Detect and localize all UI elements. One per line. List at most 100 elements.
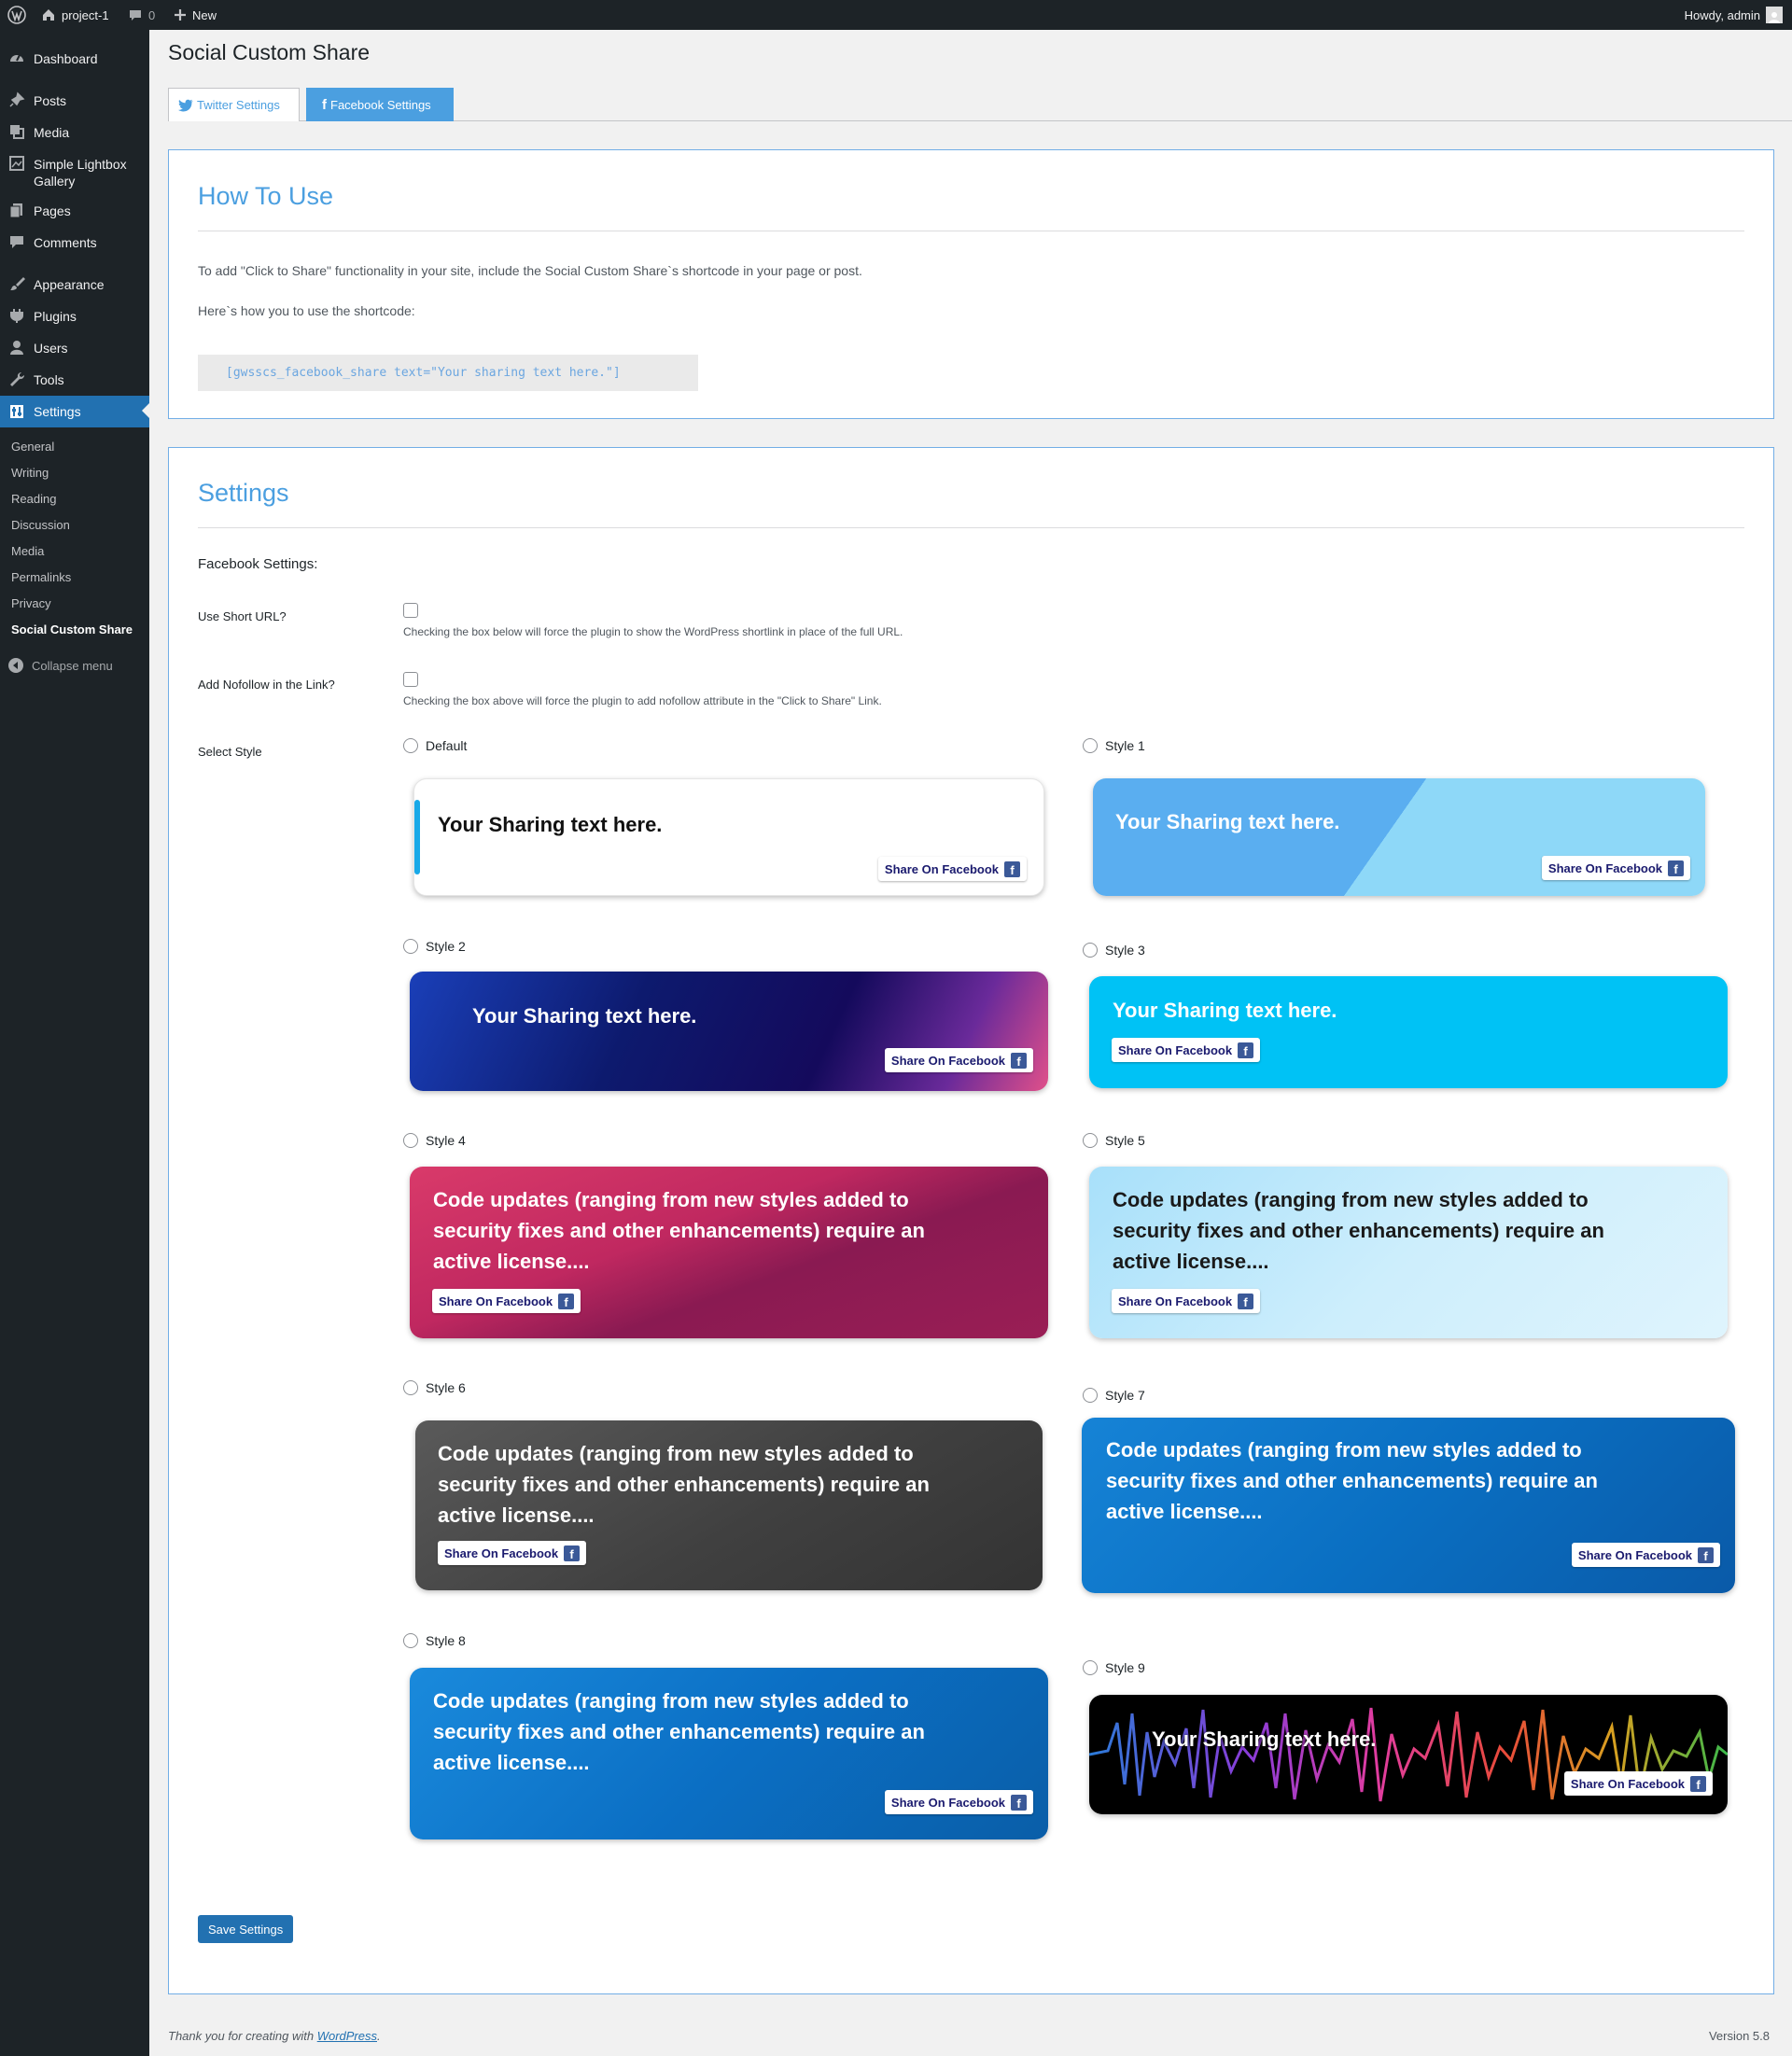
nofollow-description: Checking the box above will force the pl…: [403, 694, 882, 707]
new-label: New: [192, 7, 217, 22]
facebook-icon: f: [558, 1293, 575, 1309]
menu-settings[interactable]: Settings: [0, 396, 149, 427]
style-1-preview[interactable]: Your Sharing text here. Share On Faceboo…: [1093, 778, 1705, 896]
menu-comments[interactable]: Comments: [0, 232, 149, 255]
style-7-option[interactable]: Style 7: [1083, 1388, 1145, 1403]
style-8-radio[interactable]: [403, 1633, 418, 1648]
menu-plugins[interactable]: Plugins: [0, 306, 149, 329]
style-9-option[interactable]: Style 9: [1083, 1660, 1145, 1675]
style-7-radio[interactable]: [1083, 1388, 1098, 1403]
share-on-facebook-button[interactable]: Share On Facebook f: [884, 1048, 1033, 1072]
save-settings-button[interactable]: Save Settings: [198, 1915, 294, 1943]
style-7-label: Style 7: [1105, 1388, 1145, 1403]
style-5-option[interactable]: Style 5: [1083, 1133, 1145, 1148]
style-default-preview[interactable]: Your Sharing text here. Share On Faceboo…: [413, 778, 1044, 896]
style-2-radio[interactable]: [403, 939, 418, 954]
style-9-preview[interactable]: Your Sharing text here. Share On Faceboo…: [1089, 1695, 1728, 1814]
share-button-label: Share On Facebook: [1118, 1294, 1233, 1308]
preview-text: Your Sharing text here.: [438, 813, 663, 836]
submenu-social-custom-share[interactable]: Social Custom Share: [11, 622, 133, 637]
submenu-permalinks[interactable]: Permalinks: [11, 570, 71, 585]
submenu-general[interactable]: General: [11, 440, 54, 455]
style-3-radio[interactable]: [1083, 943, 1098, 958]
preview-text: Code updates (ranging from new styles ad…: [433, 1689, 925, 1774]
how-to-use-panel: How To Use To add "Click to Share" funct…: [168, 149, 1774, 419]
share-on-facebook-button[interactable]: Share On Facebook f: [1571, 1543, 1720, 1567]
share-on-facebook-button[interactable]: Share On Facebook f: [1112, 1289, 1261, 1313]
share-button-label: Share On Facebook: [1547, 860, 1662, 875]
menu-dashboard[interactable]: Dashboard: [0, 49, 149, 71]
menu-tools[interactable]: Tools: [0, 370, 149, 392]
style-1-radio[interactable]: [1083, 738, 1098, 753]
style-6-option[interactable]: Style 6: [403, 1380, 466, 1395]
share-button-label: Share On Facebook: [1118, 1042, 1233, 1057]
settings-panel: Settings Facebook Settings: Use Short UR…: [168, 447, 1774, 1994]
menu-users[interactable]: Users: [0, 338, 149, 360]
short-url-label: Use Short URL?: [198, 609, 287, 623]
style-8-option[interactable]: Style 8: [403, 1633, 466, 1648]
admin-sidebar: Dashboard Posts Media Simple Lightbox Ga…: [0, 30, 149, 2056]
style-4-option[interactable]: Style 4: [403, 1133, 466, 1148]
share-on-facebook-button[interactable]: Share On Facebook f: [1112, 1038, 1261, 1062]
style-1-option[interactable]: Style 1: [1083, 738, 1145, 753]
pin-icon: [7, 91, 26, 109]
collapse-menu-button[interactable]: Collapse menu: [7, 657, 113, 674]
style-5-radio[interactable]: [1083, 1133, 1098, 1148]
footer-thanks: Thank you for creating with WordPress.: [168, 2029, 381, 2043]
facebook-icon: f: [1238, 1042, 1254, 1058]
style-8-preview[interactable]: Code updates (ranging from new styles ad…: [410, 1668, 1048, 1839]
nofollow-checkbox[interactable]: [403, 672, 418, 687]
submenu-privacy[interactable]: Privacy: [11, 596, 51, 611]
wordpress-logo-icon[interactable]: [7, 0, 26, 30]
share-on-facebook-button[interactable]: Share On Facebook f: [432, 1289, 581, 1313]
wordpress-link[interactable]: WordPress: [317, 2029, 377, 2043]
new-content-link[interactable]: New: [174, 0, 217, 30]
share-on-facebook-button[interactable]: Share On Facebook f: [438, 1541, 587, 1565]
short-url-checkbox[interactable]: [403, 603, 418, 618]
menu-pages[interactable]: Pages: [0, 201, 149, 223]
preview-text: Your Sharing text here.: [1113, 999, 1337, 1022]
style-8-label: Style 8: [426, 1633, 466, 1648]
settings-icon: [7, 402, 26, 421]
submenu-discussion[interactable]: Discussion: [11, 518, 70, 533]
style-4-label: Style 4: [426, 1133, 466, 1148]
facebook-settings-subheading: Facebook Settings:: [198, 556, 318, 572]
style-default-label: Default: [426, 738, 468, 753]
style-6-radio[interactable]: [403, 1380, 418, 1395]
menu-media[interactable]: Media: [0, 122, 149, 145]
preview-text: Code updates (ranging from new styles ad…: [433, 1188, 925, 1273]
account-menu[interactable]: Howdy, admin: [1685, 0, 1783, 30]
plus-icon: [175, 9, 186, 21]
share-on-facebook-button[interactable]: Share On Facebook f: [884, 1790, 1033, 1814]
share-on-facebook-button[interactable]: Share On Facebook f: [877, 857, 1027, 881]
submenu-writing[interactable]: Writing: [11, 466, 49, 481]
share-on-facebook-button[interactable]: Share On Facebook f: [1541, 856, 1690, 880]
style-3-option[interactable]: Style 3: [1083, 943, 1145, 958]
site-name-link[interactable]: project-1: [41, 0, 109, 30]
accent-bar: [414, 800, 420, 874]
tab-twitter-settings[interactable]: Twitter Settings: [168, 88, 300, 121]
style-9-radio[interactable]: [1083, 1660, 1098, 1675]
style-6-preview[interactable]: Code updates (ranging from new styles ad…: [415, 1420, 1043, 1590]
style-default-option[interactable]: Default: [403, 738, 467, 753]
submenu-media[interactable]: Media: [11, 544, 44, 559]
share-on-facebook-button[interactable]: Share On Facebook f: [1563, 1771, 1713, 1796]
style-4-preview[interactable]: Code updates (ranging from new styles ad…: [410, 1167, 1048, 1338]
page-title: Social Custom Share: [168, 40, 371, 64]
comments-link[interactable]: 0: [128, 0, 155, 30]
style-5-preview[interactable]: Code updates (ranging from new styles ad…: [1089, 1167, 1728, 1338]
tab-facebook-settings[interactable]: f Facebook Settings: [306, 88, 454, 121]
menu-simple-lightbox-gallery[interactable]: Simple Lightbox Gallery: [0, 154, 149, 191]
style-default-radio[interactable]: [403, 738, 418, 753]
style-4-radio[interactable]: [403, 1133, 418, 1148]
style-2-preview[interactable]: Your Sharing text here. Share On Faceboo…: [410, 972, 1048, 1091]
menu-posts[interactable]: Posts: [0, 91, 149, 113]
style-7-preview[interactable]: Code updates (ranging from new styles ad…: [1082, 1418, 1735, 1593]
menu-appearance[interactable]: Appearance: [0, 274, 149, 297]
share-button-label: Share On Facebook: [890, 1795, 1005, 1810]
submenu-reading[interactable]: Reading: [11, 492, 56, 507]
style-3-preview[interactable]: Your Sharing text here. Share On Faceboo…: [1089, 976, 1728, 1088]
style-2-option[interactable]: Style 2: [403, 939, 466, 954]
comment-icon: [7, 232, 26, 251]
collapse-arrow-icon: [8, 658, 23, 673]
